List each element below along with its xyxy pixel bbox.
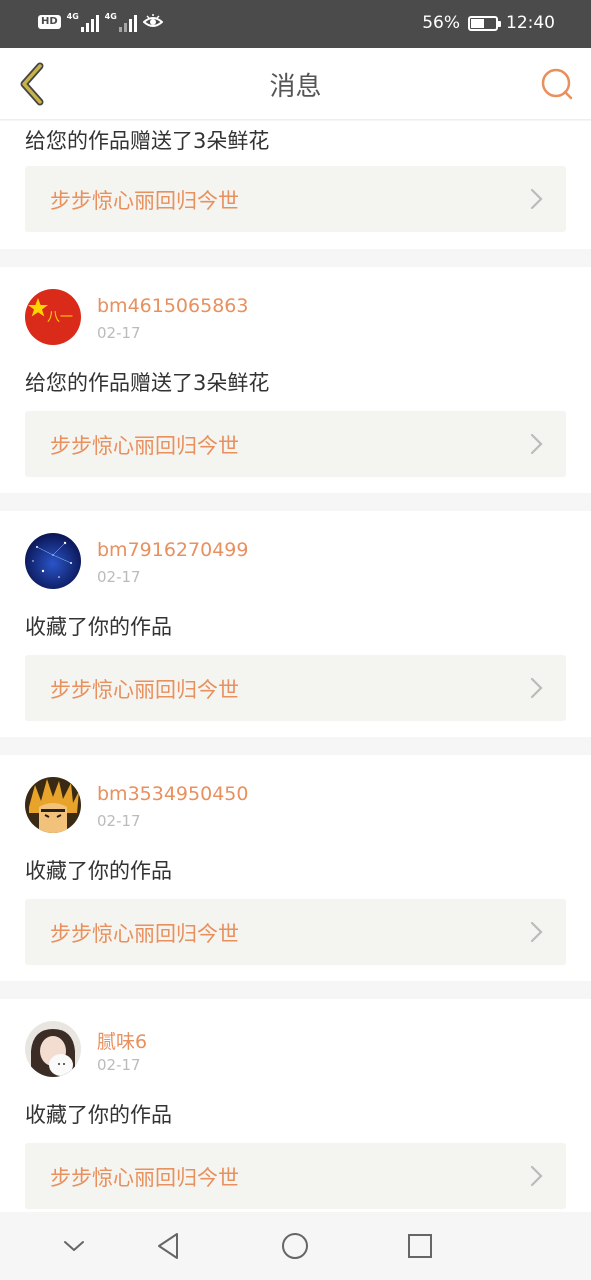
message-action: 给您的作品赠送了3朵鲜花 bbox=[25, 371, 270, 395]
message-card: 给您的作品赠送了3朵鲜花 步步惊心丽回归今世 bbox=[0, 121, 591, 249]
work-title: 步步惊心丽回归今世 bbox=[50, 1166, 239, 1190]
avatar-flag-image: 八一 bbox=[25, 289, 81, 345]
message-card: 腻味6 02-17 收藏了你的作品 步步惊心丽回归今世 bbox=[0, 999, 591, 1225]
network-type-label: 4G bbox=[66, 12, 79, 21]
system-home-button[interactable] bbox=[279, 1230, 311, 1262]
signal-icon: 4G bbox=[105, 12, 137, 32]
avatar[interactable] bbox=[25, 777, 81, 833]
search-icon bbox=[541, 68, 573, 100]
system-back-button[interactable] bbox=[153, 1230, 185, 1262]
avatar[interactable] bbox=[25, 1021, 81, 1077]
clock: 12:40 bbox=[506, 13, 555, 33]
message-action: 收藏了你的作品 bbox=[25, 1103, 172, 1127]
work-link[interactable]: 步步惊心丽回归今世 bbox=[25, 899, 566, 965]
recents-square-icon bbox=[408, 1234, 432, 1258]
work-title: 步步惊心丽回归今世 bbox=[50, 189, 239, 213]
work-title: 步步惊心丽回归今世 bbox=[50, 434, 239, 458]
username[interactable]: 腻味6 bbox=[97, 1027, 147, 1054]
chevron-down-icon bbox=[64, 1241, 84, 1251]
page-title: 消息 bbox=[269, 72, 322, 102]
chevron-right-icon bbox=[530, 677, 543, 699]
message-card: bm3534950450 02-17 收藏了你的作品 步步惊心丽回归今世 bbox=[0, 755, 591, 981]
work-title: 步步惊心丽回归今世 bbox=[50, 678, 239, 702]
back-triangle-icon bbox=[158, 1233, 178, 1259]
hide-nav-button[interactable] bbox=[58, 1230, 90, 1262]
username[interactable]: bm3534950450 bbox=[97, 783, 248, 805]
chevron-right-icon bbox=[530, 433, 543, 455]
work-link[interactable]: 步步惊心丽回归今世 bbox=[25, 1143, 566, 1209]
work-title: 步步惊心丽回归今世 bbox=[50, 922, 239, 946]
chevron-right-icon bbox=[530, 921, 543, 943]
battery-fill bbox=[471, 18, 485, 28]
message-card: 八一 bm4615065863 02-17 给您的作品赠送了3朵鲜花 步步惊心丽… bbox=[0, 267, 591, 493]
battery-icon bbox=[468, 15, 501, 31]
message-date: 02-17 bbox=[97, 568, 141, 586]
message-list: 给您的作品赠送了3朵鲜花 步步惊心丽回归今世 八一 bm4615065863 0… bbox=[0, 121, 591, 1225]
avatar-starry-image bbox=[25, 533, 81, 589]
message-action: 收藏了你的作品 bbox=[25, 859, 172, 883]
battery-percent: 56% bbox=[422, 13, 460, 33]
work-link[interactable]: 步步惊心丽回归今世 bbox=[25, 166, 566, 232]
message-date: 02-17 bbox=[97, 812, 141, 830]
message-date: 02-17 bbox=[97, 324, 141, 342]
eye-icon bbox=[142, 14, 163, 27]
username[interactable]: bm4615065863 bbox=[97, 295, 248, 317]
message-action: 收藏了你的作品 bbox=[25, 615, 172, 639]
network-type-label: 4G bbox=[104, 12, 117, 21]
avatar-photo-image bbox=[25, 1021, 81, 1077]
header-bar: 消息 bbox=[0, 48, 591, 120]
username[interactable]: bm7916270499 bbox=[97, 539, 248, 561]
system-nav-bar bbox=[0, 1212, 591, 1280]
status-bar: HD 4G 4G 56% 12:40 bbox=[0, 0, 591, 48]
chevron-right-icon bbox=[530, 188, 543, 210]
work-link[interactable]: 步步惊心丽回归今世 bbox=[25, 411, 566, 477]
chevron-right-icon bbox=[530, 1165, 543, 1187]
work-link[interactable]: 步步惊心丽回归今世 bbox=[25, 655, 566, 721]
status-left: HD 4G 4G bbox=[38, 12, 163, 32]
avatar-anime-image bbox=[25, 777, 81, 833]
signal-icon: 4G bbox=[67, 12, 99, 32]
search-button[interactable] bbox=[537, 64, 577, 104]
message-card: bm7916270499 02-17 收藏了你的作品 步步惊心丽回归今世 bbox=[0, 511, 591, 737]
home-circle-icon bbox=[282, 1233, 308, 1259]
avatar[interactable] bbox=[25, 533, 81, 589]
hd-icon: HD bbox=[38, 15, 61, 29]
system-recents-button[interactable] bbox=[404, 1230, 436, 1262]
avatar-text: 八一 bbox=[47, 310, 73, 325]
message-action: 给您的作品赠送了3朵鲜花 bbox=[25, 129, 270, 153]
status-right: 56% 12:40 bbox=[422, 13, 555, 33]
avatar[interactable]: 八一 bbox=[25, 289, 81, 345]
message-date: 02-17 bbox=[97, 1056, 141, 1074]
